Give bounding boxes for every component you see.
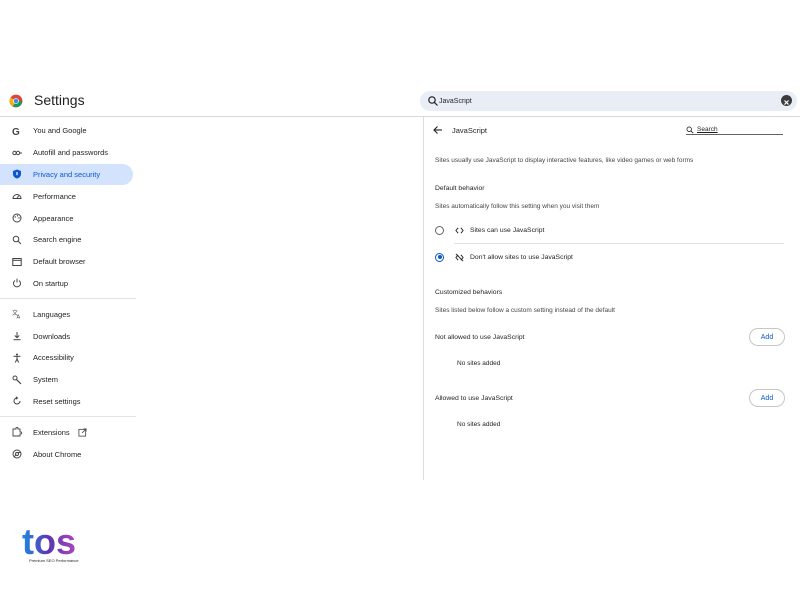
not-allowed-section: Not allowed to use JavaScript Add (435, 327, 785, 347)
accessibility-icon (13, 353, 21, 363)
panel-header: JavaScript (424, 117, 800, 145)
search-icon (428, 96, 438, 106)
sidebar-item-about-chrome[interactable]: About Chrome (0, 443, 133, 465)
sidebar-item-label: Default browser (33, 257, 86, 267)
sidebar-item-label: Privacy and security (33, 169, 101, 179)
download-icon (13, 332, 21, 341)
logo-tagline: Premium SEO Performance (29, 558, 79, 563)
chrome-icon (12, 449, 22, 459)
sidebar-item-reset-settings[interactable]: Reset settings (0, 391, 133, 413)
search-icon (686, 126, 694, 134)
sidebar-item-label: Autofill and passwords (33, 148, 109, 158)
sidebar-item-you-and-google[interactable]: G You and Google (0, 120, 133, 142)
power-icon (13, 279, 21, 288)
svg-text:G: G (12, 127, 20, 136)
page-title: JavaScript (452, 126, 488, 135)
allowed-section: Allowed to use JavaScript Add (435, 388, 785, 408)
sidebar-item-accessibility[interactable]: Accessibility (0, 347, 133, 369)
sidebar-divider (0, 416, 136, 418)
radio-allow-javascript[interactable] (435, 225, 444, 235)
sidebar-item-autofill[interactable]: Autofill and passwords (0, 142, 133, 164)
option-label: Sites can use JavaScript (470, 226, 545, 234)
sidebar-item-label: Extensions (33, 427, 70, 437)
sidebar-item-appearance[interactable]: Appearance (0, 207, 133, 229)
sidebar-item-languages[interactable]: 文A Languages (0, 303, 133, 325)
browser-icon (12, 257, 22, 266)
sidebar-item-label: Performance (33, 191, 76, 201)
translate-icon: 文A (12, 309, 21, 320)
not-allowed-empty-message: No sites added (457, 360, 501, 367)
radio-block-javascript[interactable] (435, 252, 444, 262)
puzzle-icon (12, 427, 22, 437)
palette-icon (12, 213, 22, 223)
chrome-logo-icon (9, 94, 23, 108)
sidebar-item-label: System (33, 375, 59, 385)
option-label: Don't allow sites to use JavaScript (470, 253, 573, 261)
sidebar-item-label: Downloads (33, 331, 71, 341)
svg-text:A: A (17, 315, 21, 320)
sidebar-item-label: Languages (33, 309, 71, 319)
javascript-settings-panel: JavaScript Sites usually use JavaScript … (423, 117, 800, 480)
clear-search-icon[interactable] (781, 95, 792, 106)
sidebar-divider (0, 298, 136, 300)
google-icon: G (12, 127, 20, 136)
allowed-label: Allowed to use JavaScript (435, 394, 513, 402)
sidebar-item-label: Search engine (33, 235, 82, 245)
customized-behaviors-subtitle: Sites listed below follow a custom setti… (435, 307, 615, 314)
shield-icon (13, 169, 21, 179)
sidebar-item-label: Appearance (33, 213, 74, 223)
settings-search-input[interactable] (439, 93, 759, 109)
sidebar-item-performance[interactable]: Performance (0, 185, 133, 207)
sidebar-item-privacy[interactable]: Privacy and security (0, 163, 133, 186)
sidebar-item-downloads[interactable]: Downloads (0, 325, 133, 347)
app-title: Settings (34, 92, 85, 108)
panel-search[interactable] (686, 125, 783, 135)
option-divider (454, 243, 784, 244)
panel-search-input[interactable] (697, 125, 777, 134)
allowed-empty-message: No sites added (457, 421, 501, 428)
customized-behaviors-title: Customized behaviors (435, 289, 503, 296)
option-allow-javascript[interactable]: Sites can use JavaScript (435, 220, 785, 240)
sidebar-item-label: You and Google (33, 126, 87, 136)
default-behavior-subtitle: Sites automatically follow this setting … (435, 203, 600, 210)
speedometer-icon (12, 194, 22, 200)
sidebar-item-label: Reset settings (33, 396, 81, 406)
sidebar-item-default-browser[interactable]: Default browser (0, 251, 133, 273)
logo-wordmark: tos (22, 521, 76, 562)
option-block-javascript[interactable]: Don't allow sites to use JavaScript (435, 247, 785, 267)
sidebar-item-label: On startup (33, 278, 69, 288)
wrench-icon (12, 375, 22, 385)
settings-sidebar: G You and Google Autofill and passwords … (0, 120, 140, 465)
add-not-allowed-button[interactable]: Add (749, 328, 785, 346)
default-behavior-title: Default behavior (435, 185, 485, 192)
search-icon (12, 235, 22, 245)
sidebar-item-extensions[interactable]: Extensions (0, 421, 133, 443)
javascript-description: Sites usually use JavaScript to display … (435, 157, 694, 164)
sidebar-item-search-engine[interactable]: Search engine (0, 229, 133, 251)
settings-header: Settings (0, 88, 800, 116)
sidebar-item-on-startup[interactable]: On startup (0, 273, 133, 295)
reset-icon (13, 396, 21, 405)
not-allowed-label: Not allowed to use JavaScript (435, 333, 525, 341)
code-off-icon (455, 253, 464, 261)
key-icon (12, 150, 22, 155)
add-allowed-button[interactable]: Add (749, 389, 785, 407)
back-arrow-icon[interactable] (433, 125, 443, 135)
code-icon (455, 227, 464, 233)
settings-search-bar[interactable] (420, 91, 797, 111)
open-in-new-icon (78, 428, 87, 437)
sidebar-item-label: Accessibility (33, 353, 74, 363)
sidebar-item-label: About Chrome (33, 449, 82, 459)
sidebar-item-system[interactable]: System (0, 369, 133, 391)
